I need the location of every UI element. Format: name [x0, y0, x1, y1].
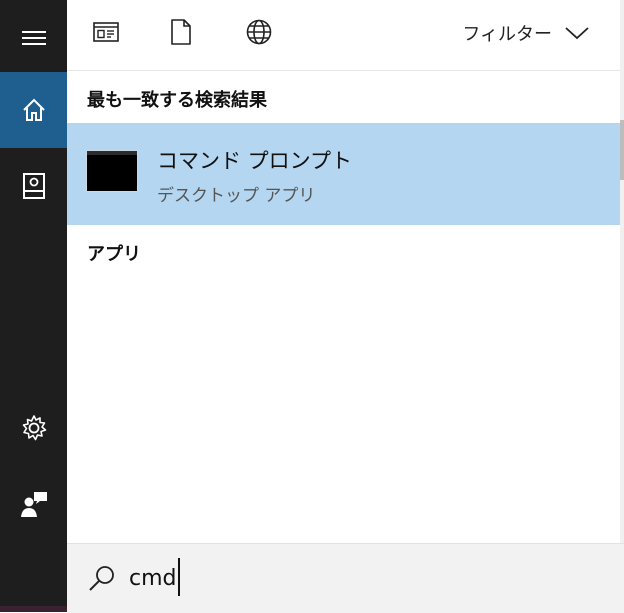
hamburger-menu-icon [21, 31, 46, 45]
globe-icon [246, 19, 272, 45]
search-results-panel: フィルター 最も一致する検索結果 コマンド プロンプト デスクトップ アプリ ア… [67, 0, 624, 613]
sidebar-item-home[interactable] [0, 72, 67, 148]
sidebar-item-feedback[interactable] [0, 466, 67, 542]
search-icon [85, 561, 119, 595]
sidebar-item-notebook[interactable] [0, 148, 67, 224]
filter-label: フィルター [462, 24, 552, 45]
sidebar-item-settings[interactable] [0, 390, 67, 466]
scrollbar-track[interactable] [620, 0, 624, 543]
filter-dropdown[interactable]: フィルター [462, 18, 590, 48]
text-caret [178, 558, 180, 596]
search-box[interactable] [67, 543, 624, 613]
hamburger-menu-button[interactable] [0, 0, 67, 76]
result-name: コマンド プロンプト [157, 149, 353, 173]
home-icon [22, 98, 45, 121]
apps-heading: アプリ [87, 244, 141, 265]
notebook-icon [22, 173, 45, 199]
web-filter-button[interactable] [243, 16, 275, 48]
rail-bottom-edge [0, 606, 67, 612]
sidebar [0, 0, 67, 612]
settings-gear-icon [22, 415, 46, 441]
document-icon [171, 19, 191, 45]
chevron-down-icon [565, 27, 589, 40]
documents-filter-button[interactable] [165, 16, 197, 48]
filter-toolbar: フィルター [67, 0, 620, 71]
scrollbar-thumb[interactable] [620, 120, 624, 180]
result-type: デスクトップ アプリ [157, 186, 316, 206]
best-match-heading: 最も一致する検索結果 [87, 90, 267, 111]
best-match-result[interactable]: コマンド プロンプト デスクトップ アプリ [67, 123, 620, 225]
search-input[interactable] [129, 562, 569, 594]
apps-window-icon [93, 22, 119, 42]
feedback-person-icon [20, 492, 47, 517]
apps-filter-button[interactable] [90, 16, 122, 48]
command-prompt-thumbnail [86, 150, 138, 192]
